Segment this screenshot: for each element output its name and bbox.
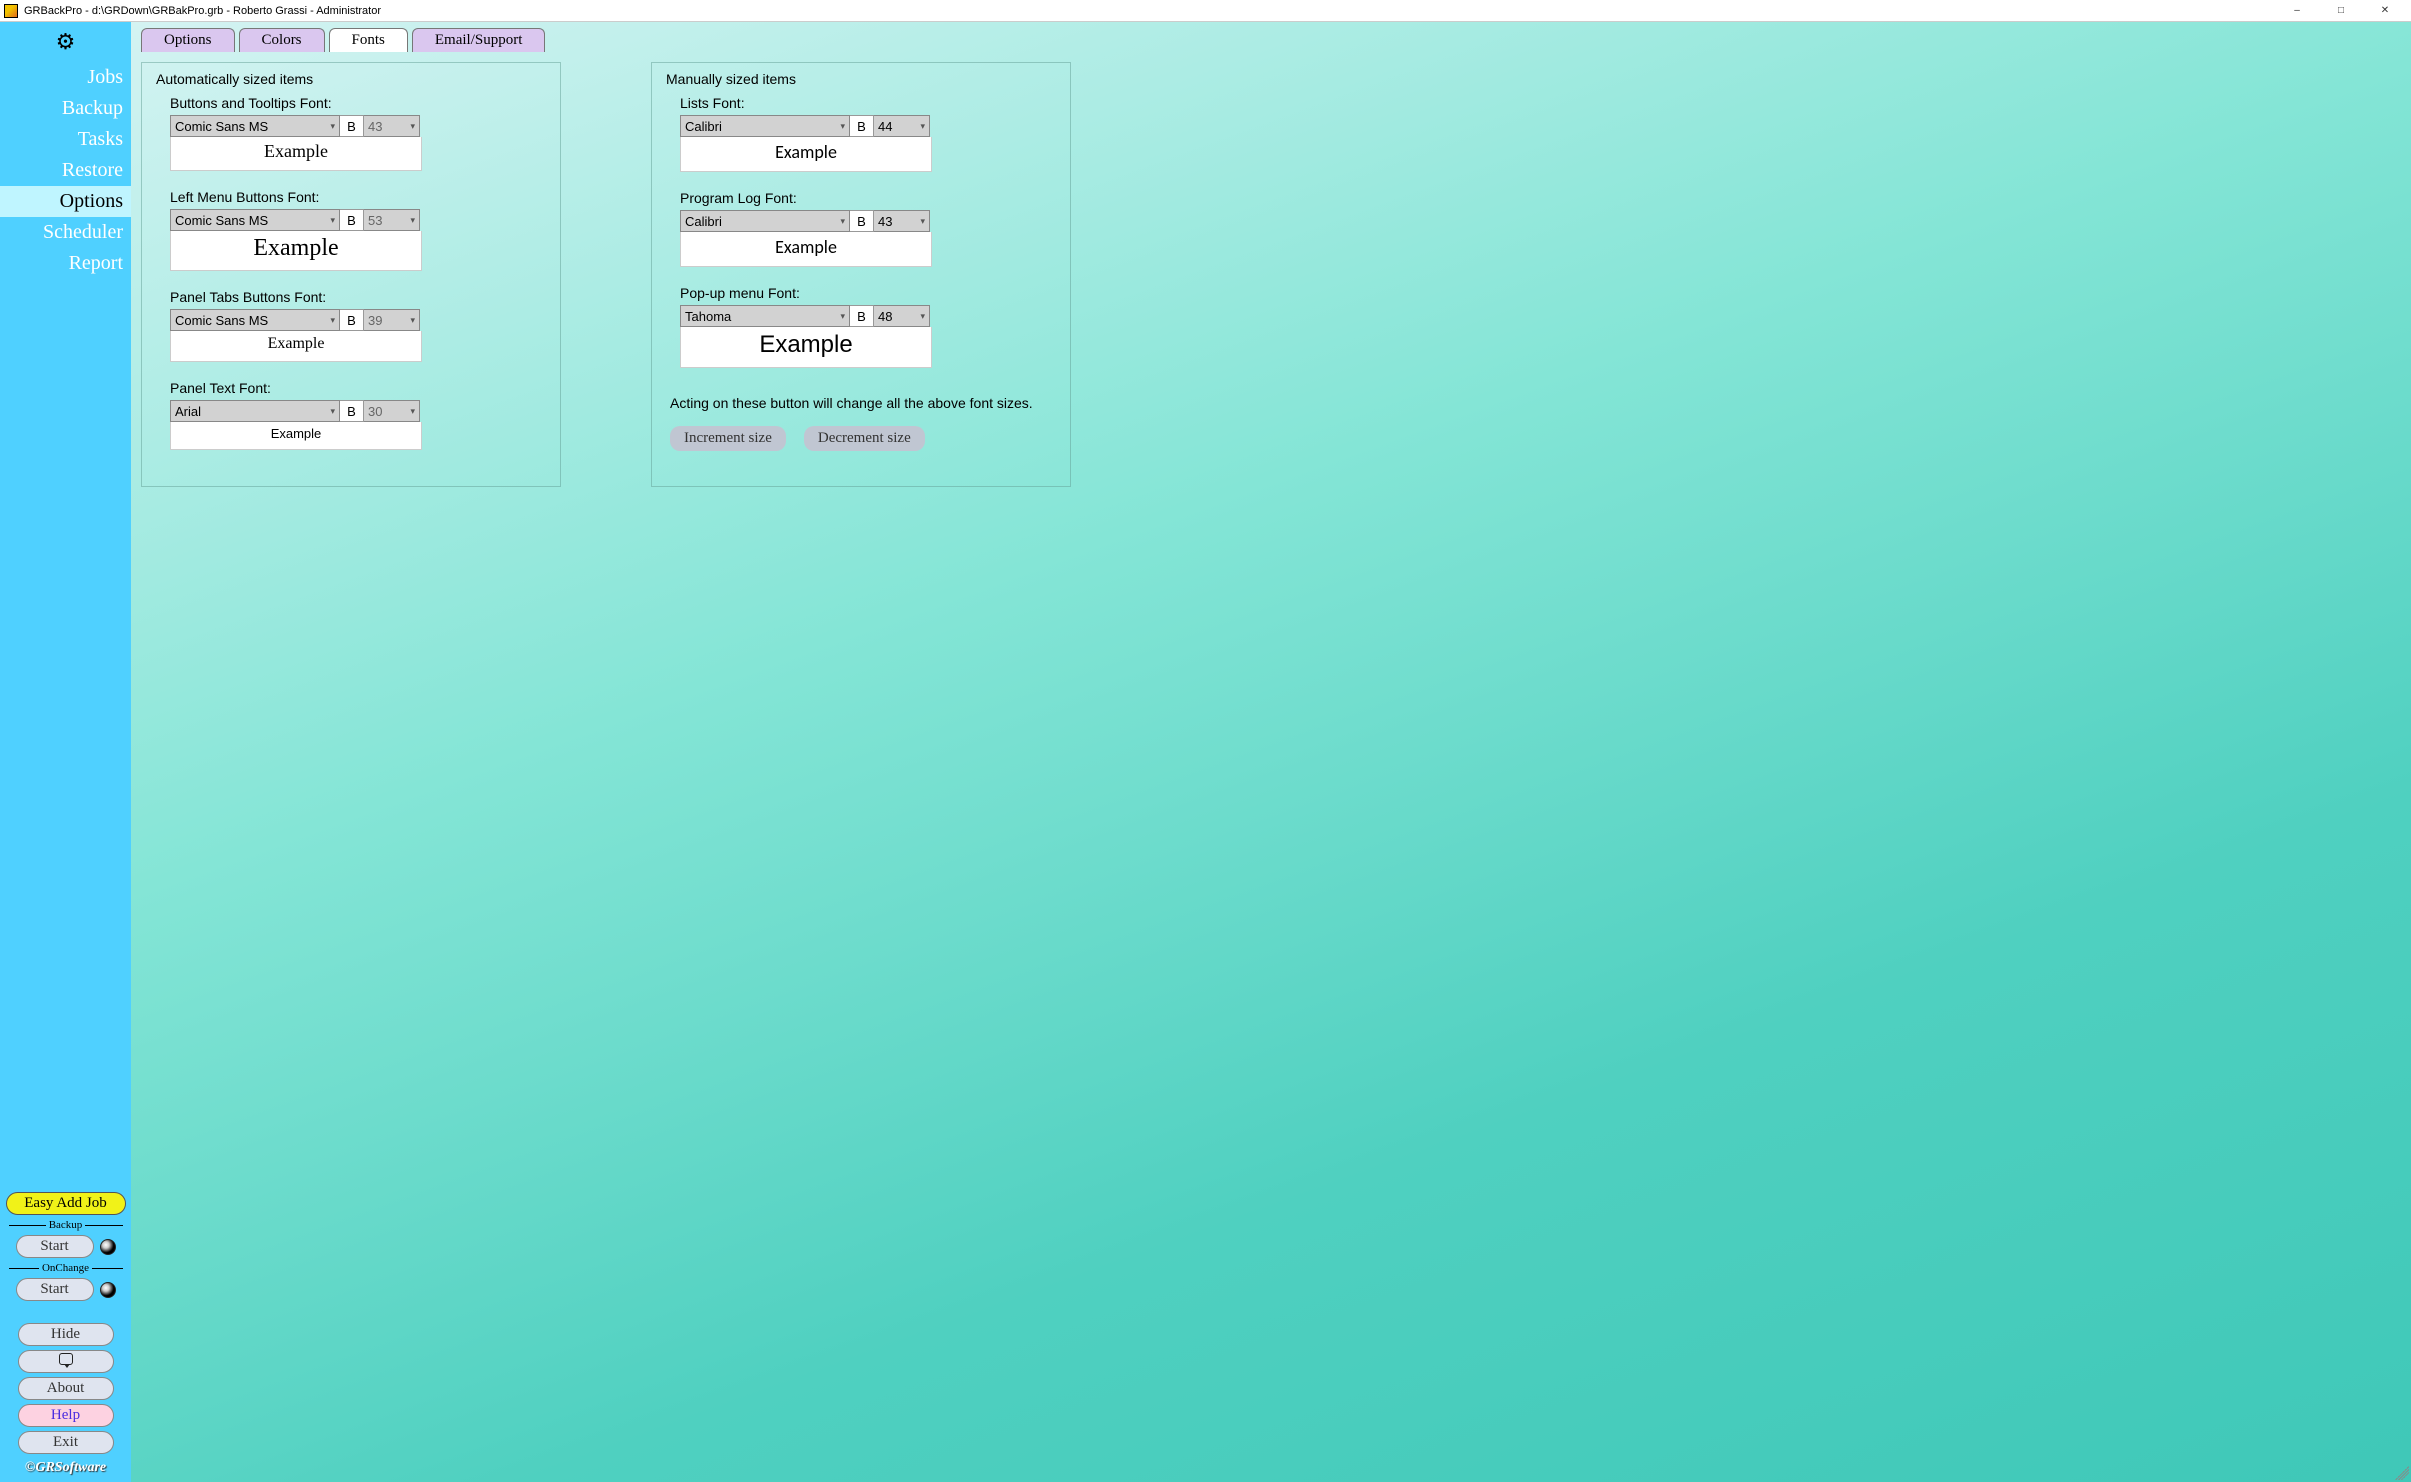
app-icon	[4, 4, 18, 18]
font-select[interactable]: Comic Sans MS▾	[170, 115, 340, 137]
close-button[interactable]: ✕	[2363, 1, 2407, 21]
font-example: Example	[680, 232, 932, 267]
chevron-down-icon: ▾	[920, 311, 925, 322]
font-select[interactable]: Comic Sans MS▾	[170, 309, 340, 331]
chevron-down-icon: ▾	[330, 121, 335, 132]
font-block: Panel Text Font: Arial▾B30▾Example	[170, 380, 546, 450]
manual-panel-title: Manually sized items	[666, 71, 1056, 87]
separator-backup: Backup	[6, 1219, 126, 1231]
sidebar-item-tasks[interactable]: Tasks	[0, 124, 131, 155]
tab-email-support[interactable]: Email/Support	[412, 28, 546, 52]
sidebar-item-scheduler[interactable]: Scheduler	[0, 217, 131, 248]
bold-toggle[interactable]: B	[340, 209, 364, 231]
easy-add-job-button[interactable]: Easy Add Job	[6, 1192, 126, 1215]
font-size-select[interactable]: 43▾	[874, 210, 930, 232]
start-onchange-button[interactable]: Start	[16, 1278, 94, 1301]
font-label: Buttons and Tooltips Font:	[170, 95, 546, 111]
font-select[interactable]: Comic Sans MS▾	[170, 209, 340, 231]
font-example: Example	[680, 137, 932, 172]
bold-toggle[interactable]: B	[340, 400, 364, 422]
tab-colors[interactable]: Colors	[239, 28, 325, 52]
chevron-down-icon: ▾	[330, 406, 335, 417]
font-size-select[interactable]: 39▾	[364, 309, 420, 331]
chevron-down-icon: ▾	[920, 216, 925, 227]
font-block: Lists Font: Calibri▾B44▾Example	[680, 95, 1056, 172]
status-dot-backup	[100, 1239, 116, 1255]
font-label: Program Log Font:	[680, 190, 1056, 206]
auto-sized-panel: Automatically sized items Buttons and To…	[141, 62, 561, 487]
font-size-select[interactable]: 48▾	[874, 305, 930, 327]
chat-icon	[59, 1353, 73, 1365]
font-block: Panel Tabs Buttons Font: Comic Sans MS▾B3…	[170, 289, 546, 362]
sidebar-item-jobs[interactable]: Jobs	[0, 62, 131, 93]
about-button[interactable]: About	[18, 1377, 114, 1400]
exit-button[interactable]: Exit	[18, 1431, 114, 1454]
bold-toggle[interactable]: B	[850, 115, 874, 137]
font-example: Example	[170, 231, 422, 271]
hide-button[interactable]: Hide	[18, 1323, 114, 1346]
bold-toggle[interactable]: B	[850, 210, 874, 232]
font-block: Program Log Font: Calibri▾B43▾Example	[680, 190, 1056, 267]
bold-toggle[interactable]: B	[850, 305, 874, 327]
font-size-select[interactable]: 44▾	[874, 115, 930, 137]
font-label: Left Menu Buttons Font:	[170, 189, 546, 205]
chevron-down-icon: ▾	[410, 121, 415, 132]
sidebar-item-backup[interactable]: Backup	[0, 93, 131, 124]
chevron-down-icon: ▾	[330, 215, 335, 226]
gear-icon[interactable]: ⚙	[56, 29, 76, 55]
decrement-size-button[interactable]: Decrement size	[804, 426, 925, 451]
chevron-down-icon: ▾	[840, 216, 845, 227]
chevron-down-icon: ▾	[840, 121, 845, 132]
minimize-button[interactable]: ‒	[2275, 1, 2319, 21]
titlebar: GRBackPro - d:\GRDown\GRBakPro.grb - Rob…	[0, 0, 2411, 22]
font-block: Buttons and Tooltips Font: Comic Sans MS▾…	[170, 95, 546, 171]
font-select[interactable]: Arial▾	[170, 400, 340, 422]
font-example: Example	[170, 422, 422, 450]
font-label: Panel Tabs Buttons Font:	[170, 289, 546, 305]
notify-button[interactable]	[18, 1350, 114, 1373]
font-example: Example	[170, 331, 422, 362]
chevron-down-icon: ▾	[410, 215, 415, 226]
font-select[interactable]: Calibri▾	[680, 115, 850, 137]
chevron-down-icon: ▾	[330, 315, 335, 326]
sidebar: ⚙ JobsBackupTasksRestoreOptionsScheduler…	[0, 22, 131, 1482]
manual-sized-panel: Manually sized items Lists Font: Calibri▾…	[651, 62, 1071, 487]
manual-hint-text: Acting on these button will change all t…	[670, 394, 1052, 412]
font-size-select[interactable]: 43▾	[364, 115, 420, 137]
chevron-down-icon: ▾	[410, 406, 415, 417]
font-label: Lists Font:	[680, 95, 1056, 111]
bold-toggle[interactable]: B	[340, 115, 364, 137]
help-button[interactable]: Help	[18, 1404, 114, 1427]
font-select[interactable]: Tahoma▾	[680, 305, 850, 327]
start-backup-button[interactable]: Start	[16, 1235, 94, 1258]
font-select[interactable]: Calibri▾	[680, 210, 850, 232]
font-block: Pop-up menu Font: Tahoma▾B48▾Example	[680, 285, 1056, 368]
bold-toggle[interactable]: B	[340, 309, 364, 331]
chevron-down-icon: ▾	[410, 315, 415, 326]
tab-fonts[interactable]: Fonts	[329, 28, 408, 52]
separator-onchange: OnChange	[6, 1262, 126, 1274]
font-size-select[interactable]: 53▾	[364, 209, 420, 231]
sidebar-item-report[interactable]: Report	[0, 248, 131, 279]
chevron-down-icon: ▾	[840, 311, 845, 322]
font-size-select[interactable]: 30▾	[364, 400, 420, 422]
status-dot-onchange	[100, 1282, 116, 1298]
font-example: Example	[170, 137, 422, 171]
auto-panel-title: Automatically sized items	[156, 71, 546, 87]
sidebar-item-restore[interactable]: Restore	[0, 155, 131, 186]
resize-grip[interactable]	[2395, 1466, 2409, 1480]
sidebar-item-options[interactable]: Options	[0, 186, 131, 217]
chevron-down-icon: ▾	[920, 121, 925, 132]
font-block: Left Menu Buttons Font: Comic Sans MS▾B53…	[170, 189, 546, 271]
font-label: Pop-up menu Font:	[680, 285, 1056, 301]
tab-options[interactable]: Options	[141, 28, 235, 52]
copyright-label: ©GRSoftware	[25, 1460, 106, 1476]
window-title: GRBackPro - d:\GRDown\GRBakPro.grb - Rob…	[24, 5, 2275, 17]
increment-size-button[interactable]: Increment size	[670, 426, 786, 451]
font-example: Example	[680, 327, 932, 368]
font-label: Panel Text Font:	[170, 380, 546, 396]
content-area: OptionsColorsFontsEmail/Support Automati…	[131, 22, 2411, 1482]
maximize-button[interactable]: □	[2319, 1, 2363, 21]
